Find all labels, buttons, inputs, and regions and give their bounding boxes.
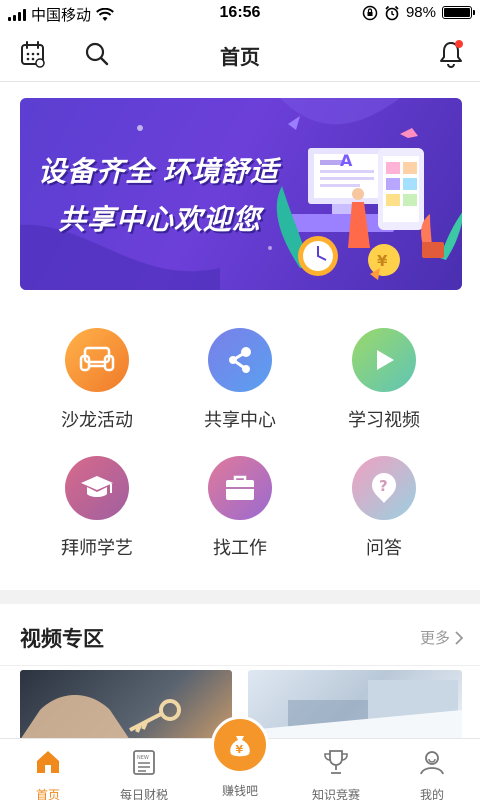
battery-icon <box>442 6 475 19</box>
video-thumbnail[interactable] <box>248 670 462 740</box>
promo-banner[interactable]: A ¥ 设备齐全 环境舒适 共享中心欢迎您 <box>20 98 462 290</box>
banner-subheadline: 共享中心欢迎您 <box>58 204 262 235</box>
tab-knowledge-contest[interactable]: 知识竞赛 <box>288 739 384 800</box>
section-title: 视频专区 <box>20 628 104 651</box>
notification-dot <box>455 40 463 48</box>
tab-daily-tax[interactable]: NEW 每日财税 <box>96 739 192 800</box>
grid-label: 沙龙活动 <box>61 410 133 430</box>
banner-headline: 设备齐全 环境舒适 <box>38 156 279 187</box>
user-icon <box>420 751 444 775</box>
money-bag-icon: ¥ <box>230 736 250 757</box>
tab-label: 我的 <box>419 788 444 800</box>
svg-text:¥: ¥ <box>236 743 244 756</box>
tab-home[interactable]: 首页 <box>0 739 96 800</box>
chevron-right-icon <box>455 630 464 645</box>
newspaper-icon: NEW <box>133 750 155 775</box>
grid-item-find-job[interactable]: 找工作 <box>160 456 320 560</box>
grid-label: 学习视频 <box>348 410 420 430</box>
more-link[interactable]: 更多 <box>420 627 464 648</box>
grid-item-study-video[interactable]: 学习视频 <box>304 328 464 432</box>
svg-text:¥: ¥ <box>377 252 388 270</box>
sofa-icon <box>65 328 129 392</box>
bell-icon[interactable] <box>436 39 466 69</box>
svg-text:?: ? <box>379 477 388 495</box>
status-bar: 中国移动 16:56 98% <box>0 0 480 28</box>
svg-text:A: A <box>340 151 353 170</box>
svg-text:NEW: NEW <box>137 755 149 761</box>
grid-item-qa[interactable]: ? 问答 <box>304 456 464 560</box>
grid-label: 拜师学艺 <box>61 538 133 558</box>
briefcase-icon <box>208 456 272 520</box>
laptop-image <box>248 680 462 740</box>
video-thumbnail[interactable] <box>20 670 232 740</box>
grid-label: 找工作 <box>213 538 267 558</box>
banner-illustration: A ¥ <box>20 98 462 290</box>
share-icon <box>208 328 272 392</box>
tab-label: 首页 <box>35 788 60 800</box>
page-title: 首页 <box>220 47 260 69</box>
grid-item-apprentice[interactable]: 拜师学艺 <box>17 456 177 560</box>
video-section-header: 视频专区 更多 <box>0 604 480 666</box>
play-icon <box>352 328 416 392</box>
grid-item-salon[interactable]: 沙龙活动 <box>17 328 177 432</box>
grid-label: 共享中心 <box>204 410 276 430</box>
tab-label: 知识竞赛 <box>311 788 360 800</box>
more-label: 更多 <box>419 630 450 647</box>
tab-label: 赚钱吧 <box>221 784 258 798</box>
home-icon <box>37 751 59 773</box>
grid-item-share-center[interactable]: 共享中心 <box>160 328 320 432</box>
nav-bar: 首页 <box>0 28 480 82</box>
battery-percent: 98% <box>405 4 436 21</box>
key-image <box>20 695 181 740</box>
section-divider <box>0 590 480 604</box>
earn-money-button[interactable]: ¥ <box>211 716 269 774</box>
status-right: 98% <box>362 4 475 21</box>
question-icon: ? <box>352 456 416 520</box>
graduation-cap-icon <box>65 456 129 520</box>
grid-label: 问答 <box>366 538 402 558</box>
trophy-icon <box>324 750 348 774</box>
alarm-icon <box>385 5 399 20</box>
tab-mine[interactable]: 我的 <box>384 739 480 800</box>
rotation-lock-icon <box>362 5 378 20</box>
tab-label: 每日财税 <box>119 788 168 800</box>
